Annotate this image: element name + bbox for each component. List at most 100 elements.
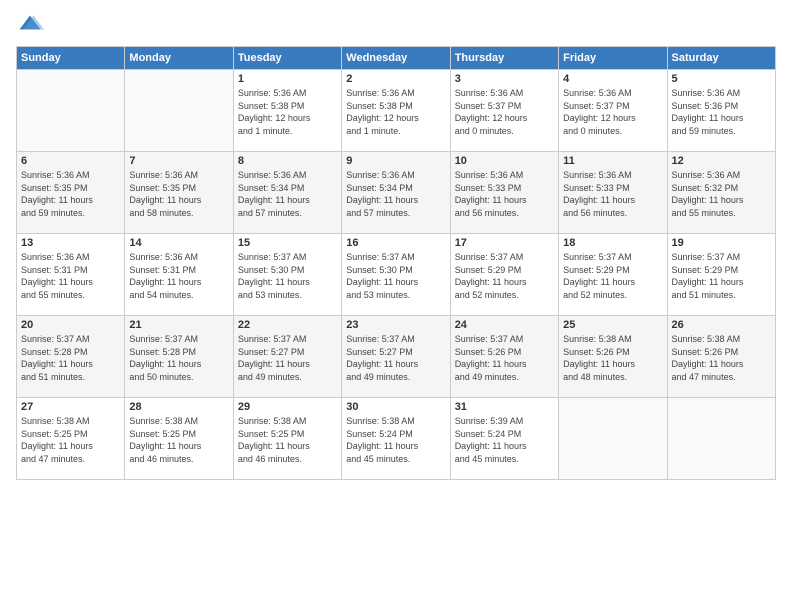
day-number: 25: [563, 319, 662, 331]
day-info: Sunrise: 5:38 AM Sunset: 5:26 PM Dayligh…: [563, 333, 662, 383]
col-header-tuesday: Tuesday: [233, 47, 341, 70]
day-number: 3: [455, 73, 554, 85]
day-number: 5: [672, 73, 771, 85]
day-info: Sunrise: 5:36 AM Sunset: 5:37 PM Dayligh…: [455, 87, 554, 137]
day-info: Sunrise: 5:37 AM Sunset: 5:30 PM Dayligh…: [238, 251, 337, 301]
day-info: Sunrise: 5:36 AM Sunset: 5:31 PM Dayligh…: [21, 251, 120, 301]
day-number: 13: [21, 237, 120, 249]
day-number: 29: [238, 401, 337, 413]
day-number: 12: [672, 155, 771, 167]
day-cell: [559, 398, 667, 480]
day-number: 27: [21, 401, 120, 413]
day-number: 23: [346, 319, 445, 331]
day-cell: 5Sunrise: 5:36 AM Sunset: 5:36 PM Daylig…: [667, 70, 775, 152]
day-cell: 13 Sunrise: 5:36 AM Sunset: 5:31 PM Dayli…: [17, 234, 125, 316]
day-info: Sunrise: 5:38 AM Sunset: 5:26 PM Dayligh…: [672, 333, 771, 383]
week-row-4: 20 Sunrise: 5:37 AM Sunset: 5:28 PM Dayli…: [17, 316, 776, 398]
day-info: Sunrise: 5:37 AM Sunset: 5:29 PM Dayligh…: [563, 251, 662, 301]
week-row-2: 6 Sunrise: 5:36 AM Sunset: 5:35 PM Daylig…: [17, 152, 776, 234]
day-number: 18: [563, 237, 662, 249]
logo: [16, 12, 48, 40]
day-cell: 24 Sunrise: 5:37 AM Sunset: 5:26 PM Dayli…: [450, 316, 558, 398]
day-info: Sunrise: 5:37 AM Sunset: 5:29 PM Dayligh…: [455, 251, 554, 301]
day-cell: 25 Sunrise: 5:38 AM Sunset: 5:26 PM Dayli…: [559, 316, 667, 398]
week-row-3: 13 Sunrise: 5:36 AM Sunset: 5:31 PM Dayli…: [17, 234, 776, 316]
day-cell: 28 Sunrise: 5:38 AM Sunset: 5:25 PM Dayli…: [125, 398, 233, 480]
col-header-saturday: Saturday: [667, 47, 775, 70]
day-number: 22: [238, 319, 337, 331]
day-cell: 22Sunrise: 5:37 AM Sunset: 5:27 PM Dayli…: [233, 316, 341, 398]
day-info: Sunrise: 5:36 AM Sunset: 5:33 PM Dayligh…: [563, 169, 662, 219]
day-info: Sunrise: 5:36 AM Sunset: 5:37 PM Dayligh…: [563, 87, 662, 137]
day-info: Sunrise: 5:36 AM Sunset: 5:38 PM Dayligh…: [346, 87, 445, 137]
day-cell: 16Sunrise: 5:37 AM Sunset: 5:30 PM Dayli…: [342, 234, 450, 316]
day-number: 31: [455, 401, 554, 413]
day-info: Sunrise: 5:38 AM Sunset: 5:24 PM Dayligh…: [346, 415, 445, 465]
day-cell: [17, 70, 125, 152]
day-info: Sunrise: 5:36 AM Sunset: 5:38 PM Dayligh…: [238, 87, 337, 137]
day-info: Sunrise: 5:37 AM Sunset: 5:28 PM Dayligh…: [21, 333, 120, 383]
day-number: 4: [563, 73, 662, 85]
day-info: Sunrise: 5:36 AM Sunset: 5:34 PM Dayligh…: [346, 169, 445, 219]
day-number: 20: [21, 319, 120, 331]
day-cell: 7Sunrise: 5:36 AM Sunset: 5:35 PM Daylig…: [125, 152, 233, 234]
day-cell: 9 Sunrise: 5:36 AM Sunset: 5:34 PM Daylig…: [342, 152, 450, 234]
day-cell: 21Sunrise: 5:37 AM Sunset: 5:28 PM Dayli…: [125, 316, 233, 398]
day-cell: 19Sunrise: 5:37 AM Sunset: 5:29 PM Dayli…: [667, 234, 775, 316]
day-cell: 23 Sunrise: 5:37 AM Sunset: 5:27 PM Dayli…: [342, 316, 450, 398]
day-info: Sunrise: 5:38 AM Sunset: 5:25 PM Dayligh…: [129, 415, 228, 465]
day-cell: 17Sunrise: 5:37 AM Sunset: 5:29 PM Dayli…: [450, 234, 558, 316]
day-info: Sunrise: 5:37 AM Sunset: 5:28 PM Dayligh…: [129, 333, 228, 383]
day-number: 26: [672, 319, 771, 331]
day-cell: [125, 70, 233, 152]
day-cell: 29 Sunrise: 5:38 AM Sunset: 5:25 PM Dayli…: [233, 398, 341, 480]
day-number: 24: [455, 319, 554, 331]
day-cell: 27 Sunrise: 5:38 AM Sunset: 5:25 PM Dayli…: [17, 398, 125, 480]
day-info: Sunrise: 5:37 AM Sunset: 5:26 PM Dayligh…: [455, 333, 554, 383]
day-cell: 26 Sunrise: 5:38 AM Sunset: 5:26 PM Dayli…: [667, 316, 775, 398]
day-number: 6: [21, 155, 120, 167]
day-cell: 4 Sunrise: 5:36 AM Sunset: 5:37 PM Daylig…: [559, 70, 667, 152]
day-cell: 30Sunrise: 5:38 AM Sunset: 5:24 PM Dayli…: [342, 398, 450, 480]
day-info: Sunrise: 5:37 AM Sunset: 5:27 PM Dayligh…: [346, 333, 445, 383]
logo-icon: [16, 12, 44, 40]
day-number: 11: [563, 155, 662, 167]
day-cell: 2Sunrise: 5:36 AM Sunset: 5:38 PM Daylig…: [342, 70, 450, 152]
day-number: 16: [346, 237, 445, 249]
day-info: Sunrise: 5:36 AM Sunset: 5:35 PM Dayligh…: [21, 169, 120, 219]
day-number: 28: [129, 401, 228, 413]
calendar-table: SundayMondayTuesdayWednesdayThursdayFrid…: [16, 46, 776, 480]
day-number: 19: [672, 237, 771, 249]
week-row-1: 1 Sunrise: 5:36 AM Sunset: 5:38 PM Daylig…: [17, 70, 776, 152]
col-header-friday: Friday: [559, 47, 667, 70]
header-row: [16, 12, 776, 40]
day-cell: 14 Sunrise: 5:36 AM Sunset: 5:31 PM Dayli…: [125, 234, 233, 316]
col-header-sunday: Sunday: [17, 47, 125, 70]
day-number: 14: [129, 237, 228, 249]
day-cell: 3 Sunrise: 5:36 AM Sunset: 5:37 PM Daylig…: [450, 70, 558, 152]
day-number: 1: [238, 73, 337, 85]
day-cell: 10Sunrise: 5:36 AM Sunset: 5:33 PM Dayli…: [450, 152, 558, 234]
day-cell: [667, 398, 775, 480]
day-number: 8: [238, 155, 337, 167]
day-cell: 31 Sunrise: 5:39 AM Sunset: 5:24 PM Dayli…: [450, 398, 558, 480]
day-number: 15: [238, 237, 337, 249]
col-header-wednesday: Wednesday: [342, 47, 450, 70]
day-info: Sunrise: 5:38 AM Sunset: 5:25 PM Dayligh…: [21, 415, 120, 465]
header-row-days: SundayMondayTuesdayWednesdayThursdayFrid…: [17, 47, 776, 70]
day-info: Sunrise: 5:36 AM Sunset: 5:34 PM Dayligh…: [238, 169, 337, 219]
day-cell: 8 Sunrise: 5:36 AM Sunset: 5:34 PM Daylig…: [233, 152, 341, 234]
day-cell: 12Sunrise: 5:36 AM Sunset: 5:32 PM Dayli…: [667, 152, 775, 234]
day-cell: 11 Sunrise: 5:36 AM Sunset: 5:33 PM Dayli…: [559, 152, 667, 234]
week-row-5: 27 Sunrise: 5:38 AM Sunset: 5:25 PM Dayli…: [17, 398, 776, 480]
day-number: 10: [455, 155, 554, 167]
main-container: SundayMondayTuesdayWednesdayThursdayFrid…: [0, 0, 792, 488]
day-info: Sunrise: 5:36 AM Sunset: 5:31 PM Dayligh…: [129, 251, 228, 301]
day-number: 9: [346, 155, 445, 167]
day-info: Sunrise: 5:39 AM Sunset: 5:24 PM Dayligh…: [455, 415, 554, 465]
col-header-monday: Monday: [125, 47, 233, 70]
day-cell: 6 Sunrise: 5:36 AM Sunset: 5:35 PM Daylig…: [17, 152, 125, 234]
day-cell: 15 Sunrise: 5:37 AM Sunset: 5:30 PM Dayli…: [233, 234, 341, 316]
day-info: Sunrise: 5:38 AM Sunset: 5:25 PM Dayligh…: [238, 415, 337, 465]
day-cell: 20 Sunrise: 5:37 AM Sunset: 5:28 PM Dayli…: [17, 316, 125, 398]
